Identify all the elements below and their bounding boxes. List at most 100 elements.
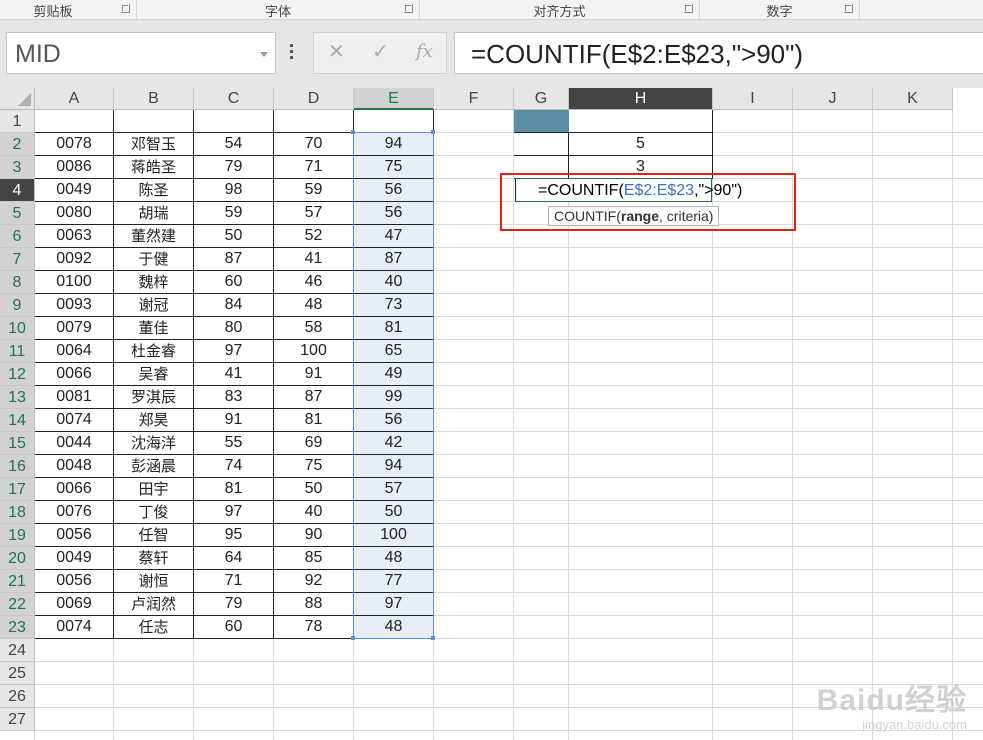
table-cell[interactable]: 85 xyxy=(274,547,354,570)
table-cell[interactable]: 董佳 xyxy=(114,317,194,340)
table-cell[interactable]: 88 xyxy=(274,593,354,616)
table-cell[interactable]: 丁俊 xyxy=(114,501,194,524)
table-cell[interactable]: 任智 xyxy=(114,524,194,547)
table-cell[interactable]: 71 xyxy=(194,570,274,593)
table-cell[interactable]: 0056 xyxy=(35,570,114,593)
table-cell[interactable]: 0069 xyxy=(35,593,114,616)
table-cell[interactable]: 56 xyxy=(354,202,434,225)
cancel-icon[interactable]: ✕ xyxy=(328,39,345,63)
row-header-23[interactable]: 23 xyxy=(0,616,35,639)
table-cell[interactable]: 杜金睿 xyxy=(114,340,194,363)
row-header-18[interactable]: 18 xyxy=(0,501,35,524)
table-cell[interactable]: 94 xyxy=(354,455,434,478)
row-header-24[interactable]: 24 xyxy=(0,639,35,662)
table-cell[interactable]: 0049 xyxy=(35,179,114,202)
row-header-15[interactable]: 15 xyxy=(0,432,35,455)
table-cell[interactable]: 92 xyxy=(274,570,354,593)
table-cell[interactable]: 0049 xyxy=(35,547,114,570)
table-cell[interactable]: 罗淇辰 xyxy=(114,386,194,409)
table-cell[interactable]: 于健 xyxy=(114,248,194,271)
table-cell[interactable]: 79 xyxy=(194,156,274,179)
table-cell[interactable]: 91 xyxy=(274,363,354,386)
table-cell[interactable]: 97 xyxy=(354,593,434,616)
name-box[interactable]: MID xyxy=(6,32,276,74)
row-header-3[interactable]: 3 xyxy=(0,156,35,179)
table-cell[interactable]: 97 xyxy=(194,340,274,363)
table-cell[interactable]: 60 xyxy=(194,271,274,294)
table-cell[interactable]: 0066 xyxy=(35,363,114,386)
table-cell[interactable]: 78 xyxy=(274,616,354,639)
row-header-17[interactable]: 17 xyxy=(0,478,35,501)
table-cell[interactable]: 沈海洋 xyxy=(114,432,194,455)
table-cell[interactable]: 52 xyxy=(274,225,354,248)
table-cell[interactable]: 75 xyxy=(354,156,434,179)
table-cell[interactable]: 0078 xyxy=(35,133,114,156)
table-cell[interactable]: 胡瑞 xyxy=(114,202,194,225)
table-cell[interactable]: 0100 xyxy=(35,271,114,294)
table-cell[interactable]: 65 xyxy=(354,340,434,363)
table-header-cell[interactable]: 数学 xyxy=(274,110,354,133)
table-cell[interactable]: 95 xyxy=(194,524,274,547)
column-header-k[interactable]: K xyxy=(873,88,953,110)
table-header-cell[interactable]: 英语 xyxy=(354,110,434,133)
table-cell[interactable]: 41 xyxy=(274,248,354,271)
summary-header-cell[interactable]: 成绩≥90的人数 xyxy=(569,110,713,133)
table-cell[interactable]: 0092 xyxy=(35,248,114,271)
table-cell[interactable]: 0056 xyxy=(35,524,114,547)
table-cell[interactable]: 蔡轩 xyxy=(114,547,194,570)
table-cell[interactable]: 77 xyxy=(354,570,434,593)
table-cell[interactable]: 0066 xyxy=(35,478,114,501)
table-cell[interactable]: 83 xyxy=(194,386,274,409)
table-cell[interactable]: 蒋皓圣 xyxy=(114,156,194,179)
table-cell[interactable]: 81 xyxy=(194,478,274,501)
table-cell[interactable]: 74 xyxy=(194,455,274,478)
column-header-a[interactable]: A xyxy=(35,88,114,110)
enter-icon[interactable]: ✓ xyxy=(372,39,389,63)
row-header-14[interactable]: 14 xyxy=(0,409,35,432)
table-cell[interactable]: 0074 xyxy=(35,409,114,432)
row-header-4[interactable]: 4 xyxy=(0,179,35,202)
table-cell[interactable]: 陈圣 xyxy=(114,179,194,202)
formula-input[interactable]: =COUNTIF(E$2:E$23,">90") xyxy=(454,32,983,74)
table-cell[interactable]: 99 xyxy=(354,386,434,409)
row-header-12[interactable]: 12 xyxy=(0,363,35,386)
table-cell[interactable]: 谢恒 xyxy=(114,570,194,593)
column-header-j[interactable]: J xyxy=(793,88,873,110)
table-cell[interactable]: 48 xyxy=(274,294,354,317)
table-cell[interactable]: 谢冠 xyxy=(114,294,194,317)
row-header-10[interactable]: 10 xyxy=(0,317,35,340)
row-header-26[interactable]: 26 xyxy=(0,685,35,708)
row-header-11[interactable]: 11 xyxy=(0,340,35,363)
table-cell[interactable]: 57 xyxy=(354,478,434,501)
insert-function-icon[interactable]: fx xyxy=(416,41,433,62)
row-header-8[interactable]: 8 xyxy=(0,271,35,294)
summary-value-cell[interactable]: 5 xyxy=(569,133,713,156)
range-handle[interactable] xyxy=(431,130,435,134)
column-header-d[interactable]: D xyxy=(274,88,354,110)
table-cell[interactable]: 41 xyxy=(194,363,274,386)
table-cell[interactable]: 40 xyxy=(274,501,354,524)
row-header-22[interactable]: 22 xyxy=(0,593,35,616)
table-cell[interactable]: 彭涵晨 xyxy=(114,455,194,478)
table-cell[interactable]: 50 xyxy=(194,225,274,248)
table-cell[interactable]: 田宇 xyxy=(114,478,194,501)
table-cell[interactable]: 70 xyxy=(274,133,354,156)
row-header-21[interactable]: 21 xyxy=(0,570,35,593)
select-all-button[interactable] xyxy=(0,88,35,110)
table-cell[interactable]: 56 xyxy=(354,409,434,432)
table-cell[interactable]: 0079 xyxy=(35,317,114,340)
more-options-icon[interactable] xyxy=(288,44,294,64)
row-header-1[interactable]: 1 xyxy=(0,110,35,133)
table-cell[interactable]: 84 xyxy=(194,294,274,317)
table-cell[interactable]: 0074 xyxy=(35,616,114,639)
table-cell[interactable]: 0093 xyxy=(35,294,114,317)
table-cell[interactable]: 87 xyxy=(194,248,274,271)
table-cell[interactable]: 73 xyxy=(354,294,434,317)
row-header-7[interactable]: 7 xyxy=(0,248,35,271)
table-cell[interactable]: 0086 xyxy=(35,156,114,179)
range-handle[interactable] xyxy=(351,636,355,640)
table-cell[interactable]: 87 xyxy=(274,386,354,409)
table-header-cell[interactable]: 语文 xyxy=(194,110,274,133)
table-cell[interactable]: 40 xyxy=(354,271,434,294)
table-cell[interactable]: 91 xyxy=(194,409,274,432)
